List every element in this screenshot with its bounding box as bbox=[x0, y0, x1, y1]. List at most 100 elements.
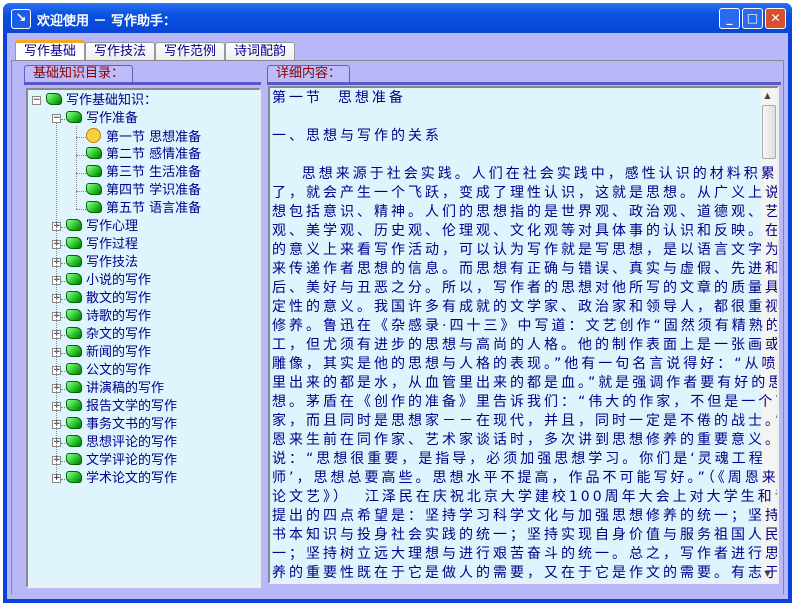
tree-item-topic[interactable]: 杂文的写作 bbox=[66, 326, 151, 344]
book-icon bbox=[66, 363, 82, 375]
tree-item-label: 学术论文的写作 bbox=[86, 471, 178, 486]
tree-item-section[interactable]: 第四节 学识准备 bbox=[86, 182, 201, 200]
tree-item-topic[interactable]: 报告文学的写作 bbox=[66, 398, 177, 416]
tree-item-label: 散文的写作 bbox=[86, 291, 152, 306]
scroll-thumb[interactable] bbox=[762, 105, 776, 159]
tree-item-topic[interactable]: 诗歌的写作 bbox=[66, 308, 151, 326]
content-line: 的意义上来看写作活动，可以认为写作就是写思想，是以语言文字为媒介 bbox=[272, 242, 779, 258]
tree-item-label: 杂文的写作 bbox=[86, 327, 152, 342]
tree-item-label: 第五节 语言准备 bbox=[106, 201, 202, 216]
book-icon bbox=[66, 381, 82, 393]
detail-text-area[interactable]: ▲ ▼ 第一节 思想准备 一、思想与写作的关系 思想来源于社会实践。人们在社会实践… bbox=[268, 86, 779, 584]
title-bar[interactable]: ↘ 欢迎使用 － 写作助手： _ □ ✕ bbox=[3, 3, 792, 33]
left-panel-label: 基础知识目录： bbox=[24, 65, 134, 82]
tree-line bbox=[61, 281, 71, 282]
content-line: 想。茅盾在《创作的准备》里告诉我们：“伟大的作家，不但是一个艺术 bbox=[272, 394, 779, 410]
book-icon bbox=[66, 417, 82, 429]
tree-line bbox=[76, 209, 86, 210]
tree-line bbox=[61, 335, 71, 336]
content-line: 想包括意识、精神。人们的思想指的是世界观、政治观、道德观、艺术 bbox=[272, 204, 779, 220]
tree-item-section[interactable]: 第三节 生活准备 bbox=[86, 164, 201, 182]
tree-line bbox=[76, 173, 86, 174]
book-icon bbox=[66, 111, 82, 123]
right-panel-divider bbox=[267, 82, 781, 85]
tab-writing-examples[interactable]: 写作范例 bbox=[155, 42, 226, 61]
tree-item-section[interactable]: 第二节 感情准备 bbox=[86, 146, 201, 164]
tree-item-label: 写作技法 bbox=[86, 255, 139, 270]
tree-item-label: 第二节 感情准备 bbox=[106, 147, 202, 162]
tree-item-topic[interactable]: 小说的写作 bbox=[66, 272, 151, 290]
book-icon bbox=[86, 201, 102, 213]
book-icon bbox=[66, 219, 82, 231]
tree-item-topic[interactable]: 公文的写作 bbox=[66, 362, 151, 380]
knowledge-tree[interactable]: 写作基础知识： − 写作准备 − 第一节 思想准备 第二节 感情准备 第三节 生活准备 第四节… bbox=[26, 88, 261, 588]
book-icon bbox=[66, 471, 82, 483]
tree-item-topic[interactable]: 新闻的写作 bbox=[66, 344, 151, 362]
tree-item-label: 新闻的写作 bbox=[86, 345, 152, 360]
book-icon bbox=[66, 273, 82, 285]
tab-poetry-rhymes[interactable]: 诗词配韵 bbox=[225, 42, 296, 61]
smiley-icon bbox=[86, 128, 101, 143]
content-line: 一；坚持树立远大理想与进行艰苦奋斗的统一。总之，写作者进行思想修 bbox=[272, 546, 779, 562]
maximize-button[interactable]: □ bbox=[742, 8, 763, 29]
content-line: 里出来的都是水，从血管里出来的都是血。”就是强调作者要有好的思 bbox=[272, 375, 779, 391]
tree-line bbox=[61, 299, 71, 300]
tree-line bbox=[61, 245, 71, 246]
tree-item-topic[interactable]: 写作心理 bbox=[66, 218, 138, 236]
content-line: 来传递作者思想的信息。而思想有正确与错误、真实与虚假、先进和落 bbox=[272, 261, 779, 277]
tree-item-topic[interactable]: 写作技法 bbox=[66, 254, 138, 272]
app-window: ↘ 欢迎使用 － 写作助手： _ □ ✕ 写作基础 写作技法 写作范例 诗词配韵… bbox=[3, 3, 792, 603]
app-icon: ↘ bbox=[11, 9, 31, 29]
tree-item-label: 写作基础知识： bbox=[66, 93, 158, 108]
book-icon bbox=[66, 345, 82, 357]
book-icon bbox=[66, 309, 82, 321]
book-icon bbox=[66, 399, 82, 411]
content-line: 定性的意义。我国许多有成就的文学家、政治家和领导人，都很重视思想 bbox=[272, 299, 779, 315]
tree-item-topic[interactable]: 文学评论的写作 bbox=[66, 452, 177, 470]
book-icon bbox=[66, 327, 82, 339]
right-panel-label: 详细内容： bbox=[267, 65, 351, 82]
tree-item-section[interactable]: 第一节 思想准备 bbox=[86, 128, 201, 146]
tree-line bbox=[61, 371, 71, 372]
tab-writing-techniques[interactable]: 写作技法 bbox=[85, 42, 156, 61]
tree-item-section[interactable]: 第五节 语言准备 bbox=[86, 200, 201, 218]
tree-line bbox=[56, 123, 57, 474]
tree-item-topic[interactable]: 写作过程 bbox=[66, 236, 138, 254]
tree-item-label: 讲演稿的写作 bbox=[86, 381, 165, 396]
tree-item-topic[interactable]: 讲演稿的写作 bbox=[66, 380, 164, 398]
expand-icon[interactable]: + bbox=[52, 474, 61, 483]
tree-item-label: 写作过程 bbox=[86, 237, 139, 252]
content-line: 思想来源于社会实践。人们在社会实践中，感性认识的材料积累多 bbox=[272, 166, 779, 182]
tree-item-label: 文学评论的写作 bbox=[86, 453, 178, 468]
tree-item-label: 第一节 思想准备 bbox=[106, 130, 202, 145]
content-line: 书本知识与投身社会实践的统一；坚持实现自身价值与服务祖国人民的统 bbox=[272, 527, 779, 543]
window-title: 欢迎使用 － 写作助手： bbox=[37, 14, 177, 29]
tree-item-topic[interactable]: 散文的写作 bbox=[66, 290, 151, 308]
tree-item-topic[interactable]: 事务文书的写作 bbox=[66, 416, 177, 434]
book-icon bbox=[66, 255, 82, 267]
tree-line bbox=[61, 317, 71, 318]
tree-root[interactable]: 写作基础知识： bbox=[46, 92, 157, 110]
close-button[interactable]: ✕ bbox=[765, 8, 786, 29]
content-line: 提出的四点希望是：坚持学习科学文化与加强思想修养的统一；坚持学习 bbox=[272, 508, 779, 524]
tree-item-label: 公文的写作 bbox=[86, 363, 152, 378]
tab-writing-basics[interactable]: 写作基础 bbox=[15, 40, 86, 61]
content-line: 修养。鲁迅在《杂感录·四十三》中写道：文艺创作“固然须有精熟的技 bbox=[272, 318, 779, 334]
scroll-up-arrow-icon[interactable]: ▲ bbox=[761, 88, 777, 104]
tree-line bbox=[61, 443, 71, 444]
tree-item-label: 小说的写作 bbox=[86, 273, 152, 288]
tree-item-topic[interactable]: 学术论文的写作 bbox=[66, 470, 177, 488]
tree-line bbox=[76, 155, 86, 156]
book-icon bbox=[66, 237, 82, 249]
tree-item-topic[interactable]: 思想评论的写作 bbox=[66, 434, 177, 452]
tree-line bbox=[61, 425, 71, 426]
content-line: 一、思想与写作的关系 bbox=[272, 128, 442, 144]
content-line: 了，就会产生一个飞跃，变成了理性认识，这就是思想。从广义上说，思 bbox=[272, 185, 779, 201]
collapse-icon[interactable]: − bbox=[32, 96, 41, 105]
client-area: 写作基础 写作技法 写作范例 诗词配韵 基础知识目录： 写作基础知识： − 写作准备… bbox=[7, 33, 788, 599]
content-line: 师’，思想总要高些。思想水平不提高，作品不可能写好。”（《周恩来 bbox=[272, 470, 779, 486]
collapse-icon[interactable]: − bbox=[52, 114, 61, 123]
content-line: 第一节 思想准备 bbox=[272, 90, 406, 106]
minimize-button[interactable]: _ bbox=[719, 8, 740, 29]
tab-bar: 写作基础 写作技法 写作范例 诗词配韵 bbox=[15, 40, 296, 61]
